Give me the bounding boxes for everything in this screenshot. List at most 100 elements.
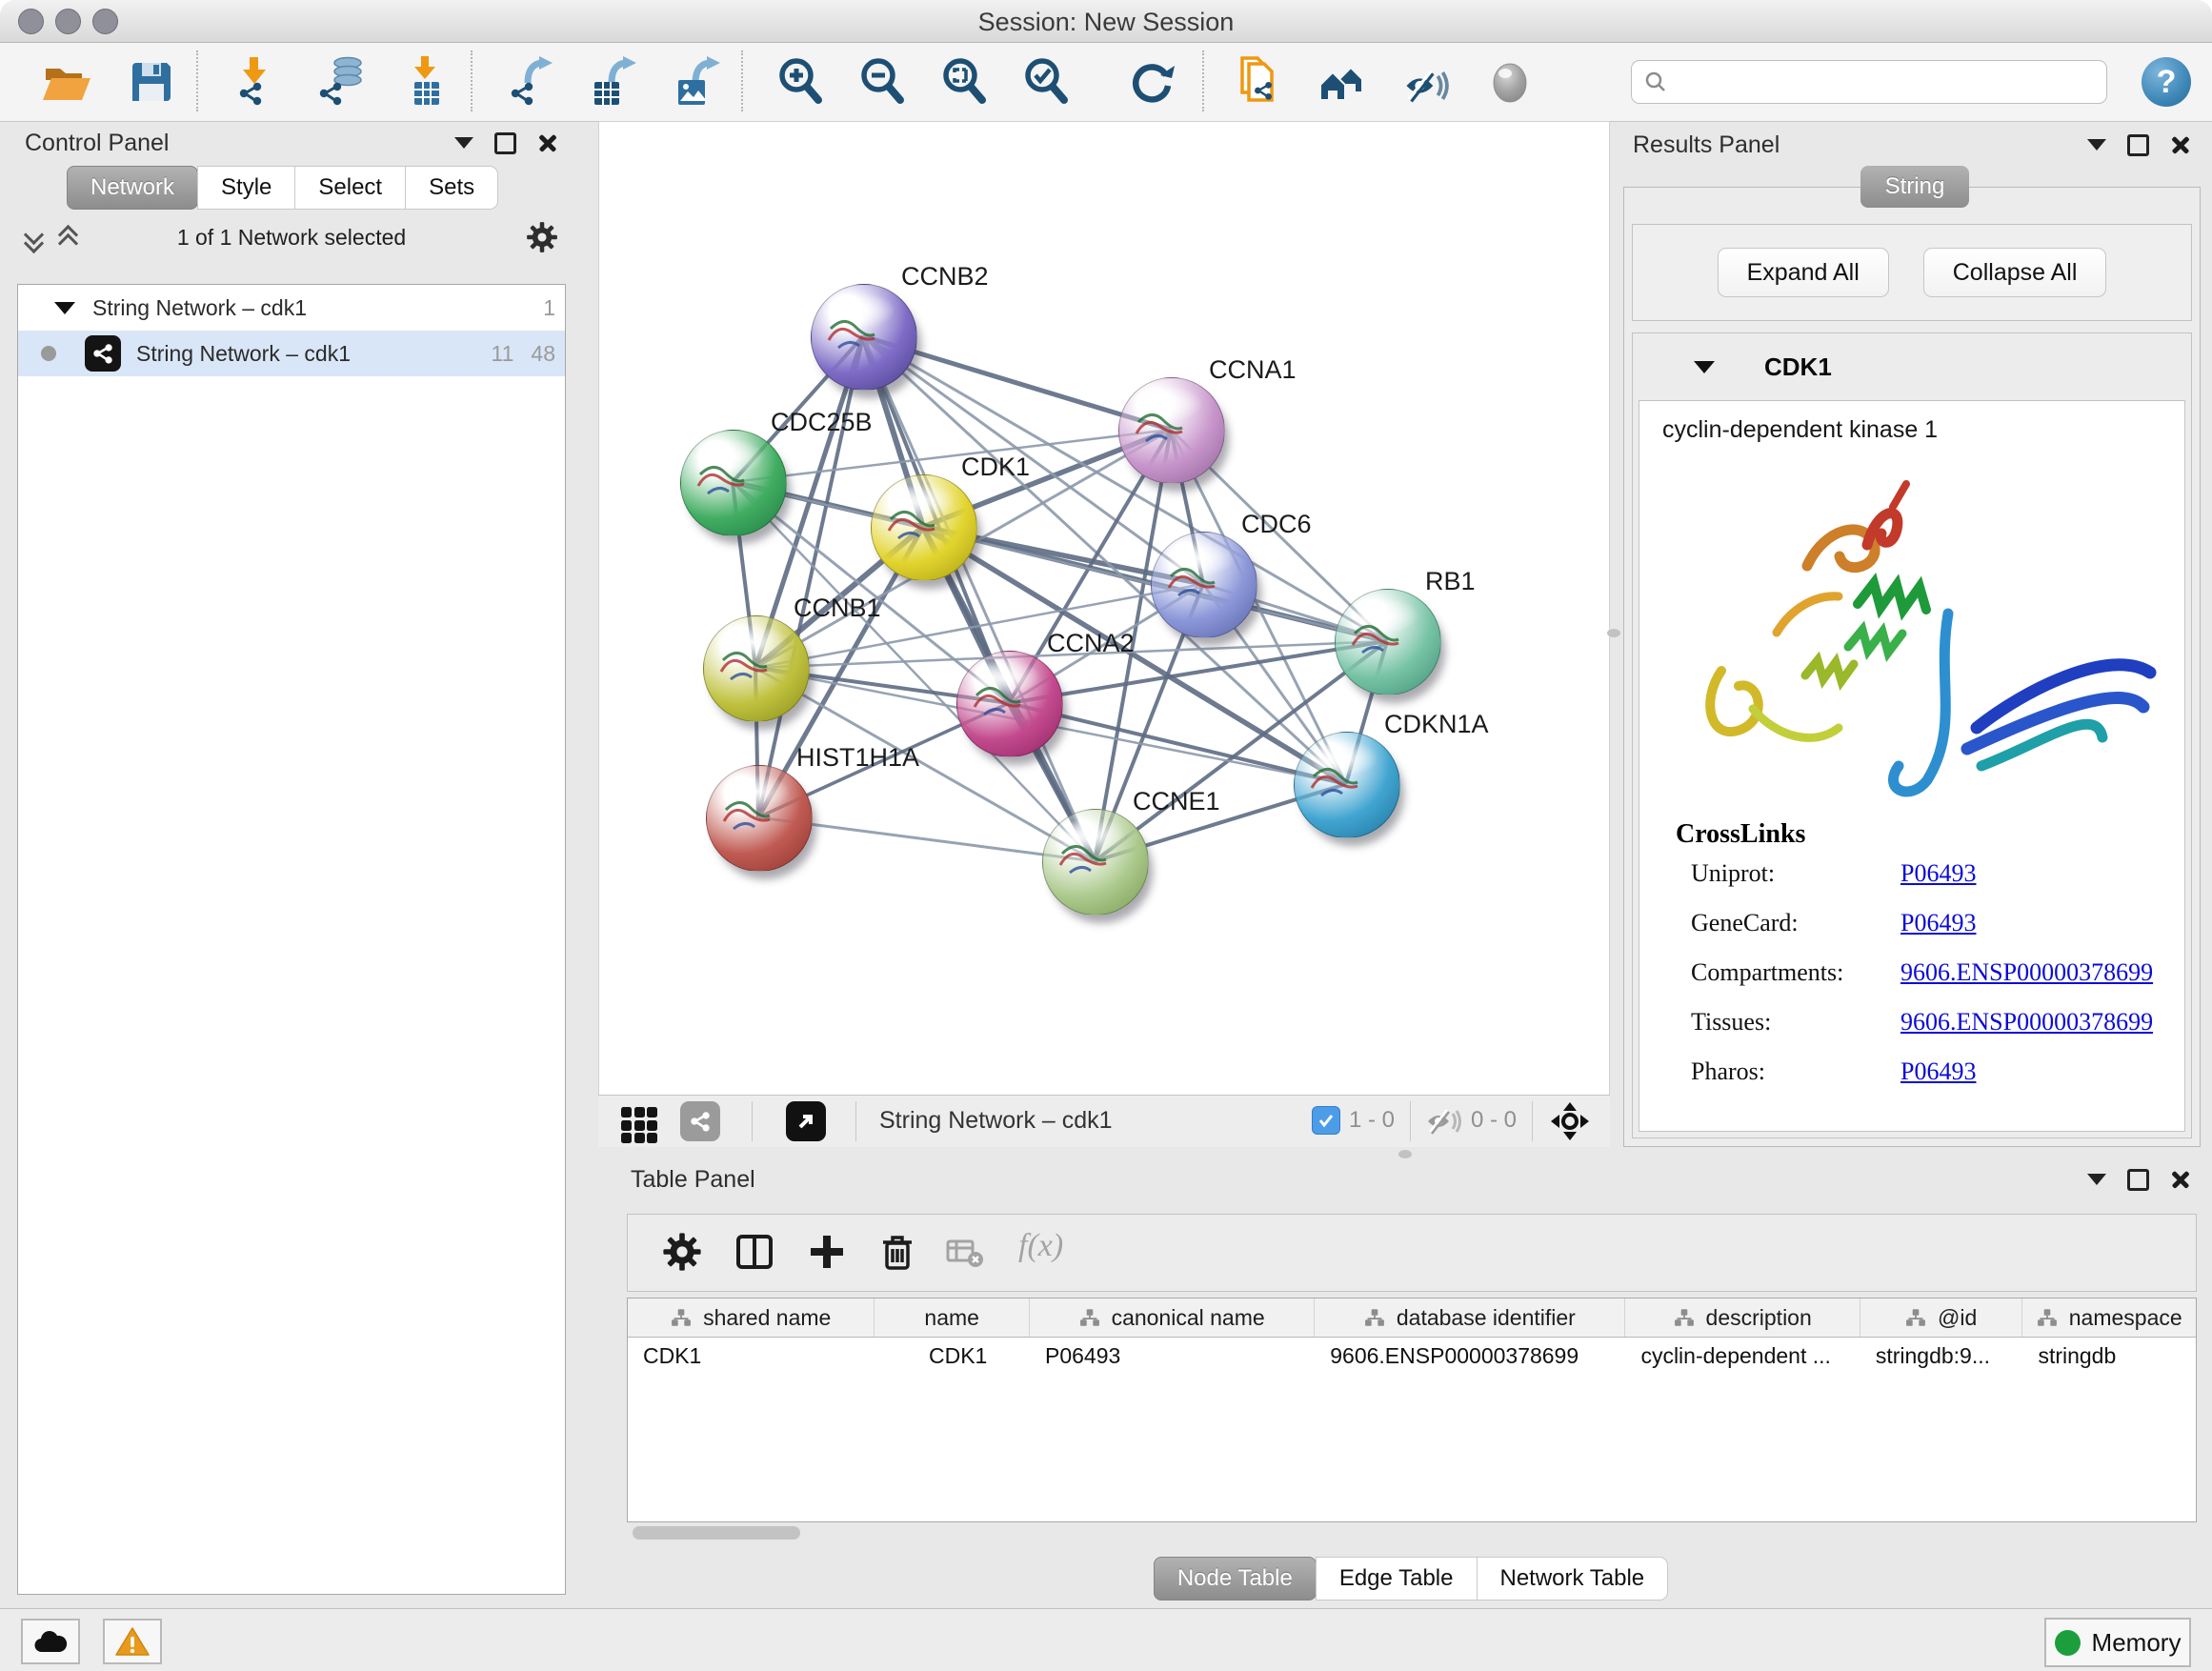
hide-selected-button[interactable] bbox=[1398, 54, 1454, 110]
selected-checkbox-icon[interactable] bbox=[1312, 1106, 1340, 1135]
network-node[interactable] bbox=[871, 474, 977, 581]
horizontal-scrollbar-thumb[interactable] bbox=[633, 1526, 800, 1540]
column-header[interactable]: shared name bbox=[628, 1299, 875, 1337]
delete-column-trash-icon[interactable] bbox=[877, 1232, 917, 1272]
vertical-splitter-handle[interactable] bbox=[1607, 629, 1620, 637]
open-in-window-icon[interactable] bbox=[786, 1101, 826, 1141]
tab-select[interactable]: Select bbox=[294, 166, 406, 210]
network-node[interactable] bbox=[1042, 809, 1149, 916]
crosslink-label: Tissues: bbox=[1691, 1008, 1900, 1037]
network-collection-row[interactable]: String Network – cdk1 1 bbox=[18, 285, 565, 331]
panel-float-icon[interactable] bbox=[494, 132, 516, 154]
cell-canonical-name[interactable]: P06493 bbox=[1030, 1338, 1315, 1376]
network-type-icon[interactable] bbox=[680, 1101, 720, 1141]
column-header[interactable]: @id bbox=[1860, 1299, 2023, 1337]
cell-database-identifier[interactable]: 9606.ENSP00000378699 bbox=[1315, 1338, 1625, 1376]
network-node[interactable] bbox=[1294, 732, 1400, 838]
show-all-button[interactable] bbox=[1482, 54, 1538, 110]
zoom-in-button[interactable] bbox=[774, 54, 829, 110]
cell-description[interactable]: cyclin-dependent ... bbox=[1625, 1338, 1860, 1376]
crosslink-value-link[interactable]: P06493 bbox=[1900, 1057, 1976, 1086]
export-network-button[interactable] bbox=[503, 54, 558, 110]
fit-content-crosshair-icon[interactable] bbox=[1549, 1100, 1591, 1142]
crosslink-value-link[interactable]: 9606.ENSP00000378699 bbox=[1900, 958, 2153, 987]
panel-menu-icon[interactable] bbox=[454, 137, 473, 149]
cell-name[interactable]: CDK1 bbox=[875, 1338, 1030, 1376]
column-header[interactable]: namespace bbox=[2022, 1299, 2196, 1337]
tab-network-table[interactable]: Network Table bbox=[1477, 1557, 1669, 1601]
cell-namespace[interactable]: stringdb bbox=[2022, 1338, 2196, 1376]
open-session-button[interactable] bbox=[38, 54, 93, 110]
new-network-from-selection-button[interactable] bbox=[1235, 54, 1290, 110]
tab-network[interactable]: Network bbox=[67, 166, 198, 210]
memory-button[interactable]: Memory bbox=[2044, 1618, 2191, 1667]
expand-all-icon[interactable] bbox=[59, 228, 78, 247]
add-column-icon[interactable] bbox=[807, 1232, 847, 1272]
cell-shared-name[interactable]: CDK1 bbox=[628, 1338, 875, 1376]
network-row[interactable]: String Network – cdk1 11 48 bbox=[18, 331, 565, 376]
network-node[interactable] bbox=[1335, 589, 1441, 695]
hidden-node-edge-count: 0 - 0 bbox=[1471, 1107, 1517, 1134]
network-node[interactable] bbox=[703, 615, 810, 722]
save-session-button[interactable] bbox=[124, 54, 179, 110]
crosslink-value-link[interactable]: P06493 bbox=[1900, 909, 1976, 937]
memory-label: Memory bbox=[2092, 1628, 2182, 1658]
tab-string[interactable]: String bbox=[1860, 166, 1969, 208]
network-node[interactable] bbox=[956, 651, 1063, 757]
panel-close-icon[interactable] bbox=[537, 132, 558, 153]
column-header[interactable]: database identifier bbox=[1315, 1299, 1625, 1337]
network-options-gear-icon[interactable] bbox=[526, 221, 558, 253]
collection-expander-icon[interactable] bbox=[54, 302, 75, 314]
panel-menu-icon[interactable] bbox=[2087, 1174, 2106, 1185]
import-table-file-button[interactable] bbox=[398, 54, 453, 110]
tab-node-table[interactable]: Node Table bbox=[1154, 1557, 1317, 1601]
panel-close-icon[interactable] bbox=[2170, 1169, 2191, 1190]
cell-id[interactable]: stringdb:9... bbox=[1860, 1338, 2023, 1376]
panel-menu-icon[interactable] bbox=[2087, 139, 2106, 151]
network-node[interactable] bbox=[680, 430, 787, 536]
column-header[interactable]: canonical name bbox=[1030, 1299, 1315, 1337]
network-edge[interactable] bbox=[863, 336, 1095, 861]
panel-float-icon[interactable] bbox=[2127, 134, 2149, 156]
import-network-file-button[interactable] bbox=[229, 54, 284, 110]
column-header[interactable]: name bbox=[875, 1299, 1030, 1337]
import-network-database-button[interactable] bbox=[312, 54, 368, 110]
network-node[interactable] bbox=[1151, 532, 1257, 638]
crosslink-value-link[interactable]: P06493 bbox=[1900, 859, 1976, 888]
export-table-button[interactable] bbox=[587, 54, 642, 110]
warnings-button[interactable] bbox=[103, 1619, 162, 1664]
network-node[interactable] bbox=[706, 765, 813, 872]
search-input[interactable] bbox=[1668, 68, 2106, 96]
zoom-out-button[interactable] bbox=[855, 54, 911, 110]
search-field[interactable] bbox=[1631, 60, 2107, 104]
zoom-selected-button[interactable] bbox=[1019, 54, 1075, 110]
network-node[interactable] bbox=[1118, 377, 1225, 484]
collapse-all-icon[interactable] bbox=[25, 228, 44, 247]
table-options-gear-icon[interactable] bbox=[662, 1232, 702, 1272]
panel-close-icon[interactable] bbox=[2170, 134, 2191, 155]
tab-style[interactable]: Style bbox=[197, 166, 295, 210]
node-label: CDC6 bbox=[1241, 510, 1312, 539]
export-image-button[interactable] bbox=[671, 54, 726, 110]
table-row[interactable]: CDK1 CDK1 P06493 9606.ENSP00000378699 cy… bbox=[628, 1338, 2196, 1376]
show-columns-icon[interactable] bbox=[734, 1232, 774, 1272]
node-label: CCNA1 bbox=[1209, 355, 1297, 385]
cloud-status-button[interactable] bbox=[21, 1619, 80, 1664]
help-button[interactable]: ? bbox=[2142, 57, 2191, 107]
tab-sets[interactable]: Sets bbox=[405, 166, 498, 210]
column-header[interactable]: description bbox=[1625, 1299, 1860, 1337]
collapse-all-button[interactable]: Collapse All bbox=[1923, 248, 2107, 297]
gene-section-header[interactable]: CDK1 bbox=[1633, 333, 2191, 400]
birdseye-grid-icon[interactable] bbox=[621, 1107, 657, 1143]
network-canvas[interactable]: CCNB2CCNA1CDC25BCDK1CDC6RB1CCNB1CCNA2CDK… bbox=[598, 121, 1610, 1096]
first-neighbors-button[interactable] bbox=[1317, 54, 1372, 110]
network-node[interactable] bbox=[811, 284, 917, 391]
section-expander-icon[interactable] bbox=[1694, 361, 1715, 373]
panel-float-icon[interactable] bbox=[2127, 1169, 2149, 1191]
refresh-view-button[interactable] bbox=[1124, 54, 1179, 110]
zoom-fit-button[interactable] bbox=[937, 54, 993, 110]
crosslink-value-link[interactable]: 9606.ENSP00000378699 bbox=[1900, 1008, 2153, 1037]
horizontal-splitter-handle[interactable] bbox=[1398, 1150, 1412, 1158]
expand-all-button[interactable]: Expand All bbox=[1718, 248, 1889, 297]
tab-edge-table[interactable]: Edge Table bbox=[1316, 1557, 1478, 1601]
